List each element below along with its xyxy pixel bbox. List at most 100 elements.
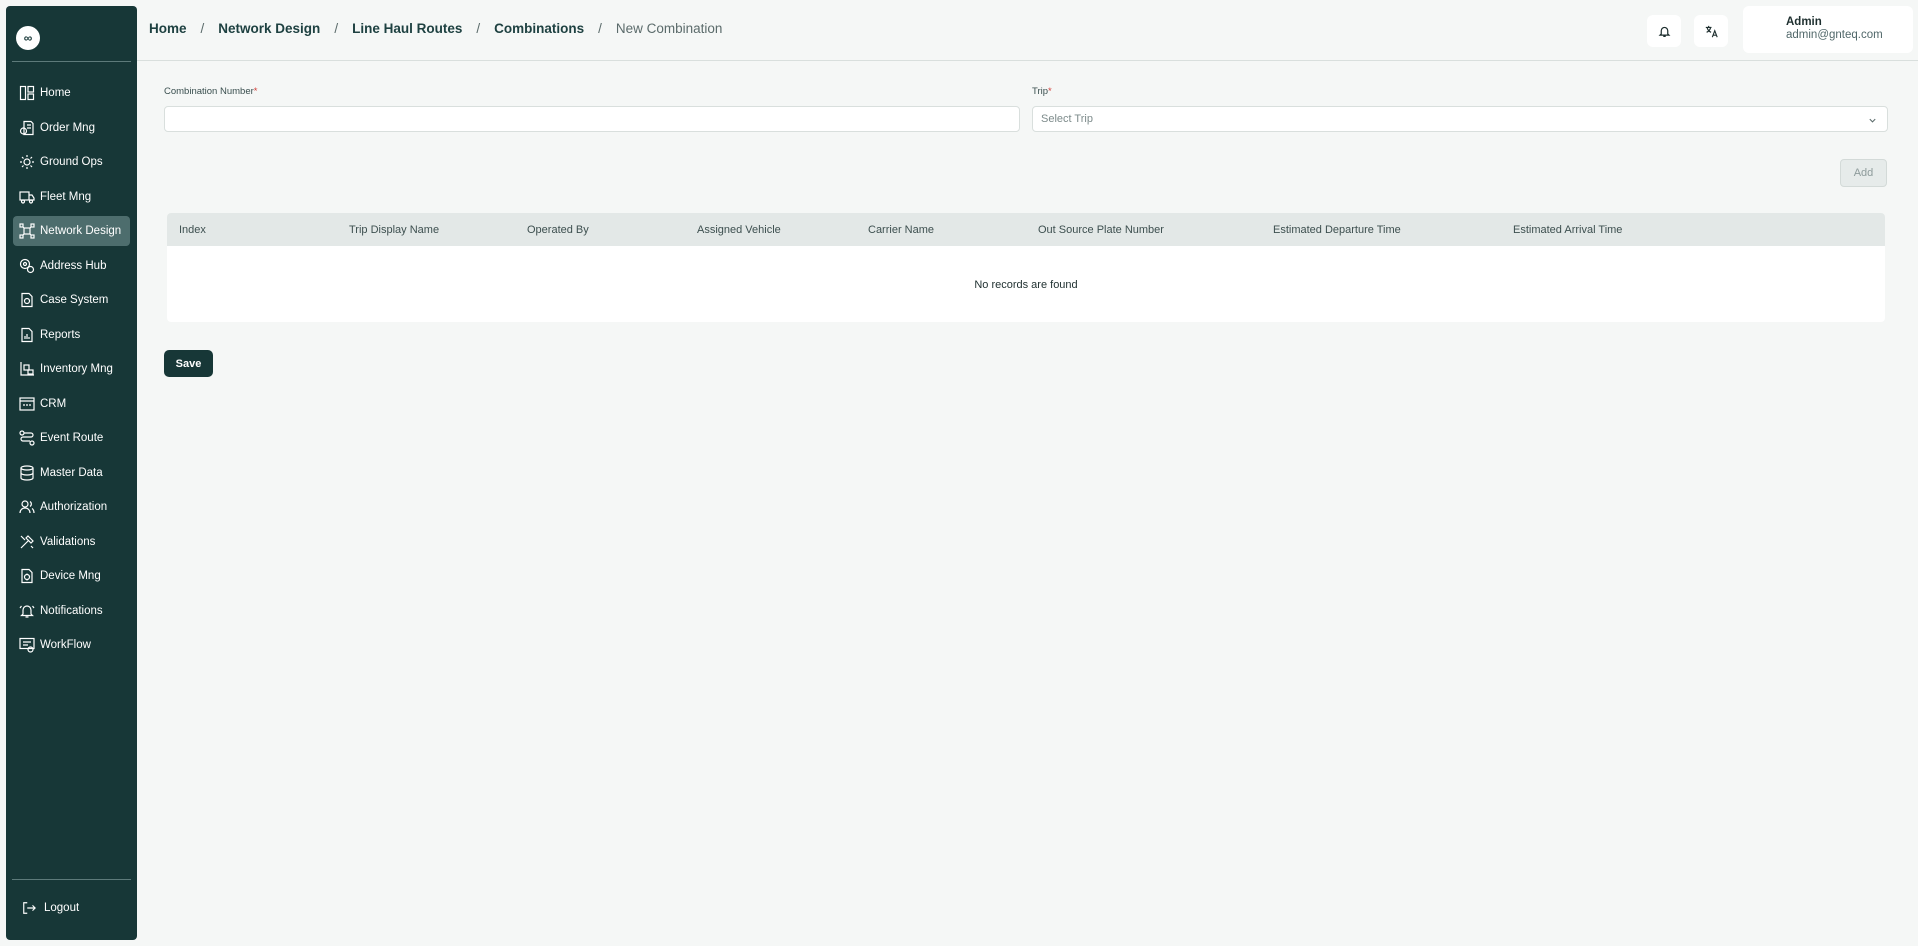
user-name: Admin xyxy=(1786,16,1822,28)
sidebar-divider xyxy=(12,879,131,880)
sidebar-item-inventory-mng[interactable]: Inventory Mng xyxy=(13,354,130,384)
sidebar-divider xyxy=(12,61,131,62)
breadcrumb-combinations[interactable]: Combinations xyxy=(494,21,584,36)
column-header-out-source-plate-number: Out Source Plate Number xyxy=(1038,224,1164,236)
users-icon xyxy=(19,500,35,514)
sidebar-item-label: WorkFlow xyxy=(40,639,91,651)
sidebar-item-label: Validations xyxy=(40,535,96,548)
combination-number-label: Combination Number* xyxy=(164,86,257,97)
sidebar-item-order-mng[interactable]: Order Mng xyxy=(13,113,130,143)
sidebar-item-label: CRM xyxy=(40,397,67,410)
column-header-carrier-name: Carrier Name xyxy=(868,224,935,236)
sidebar-item-reports[interactable]: Reports xyxy=(13,320,130,350)
add-button[interactable]: Add xyxy=(1840,159,1887,187)
sidebar-item-label: Fleet Mng xyxy=(40,190,92,203)
sidebar-item-device-mng[interactable]: Device Mng xyxy=(13,561,130,591)
column-header-index: Index xyxy=(179,224,206,236)
trip-select-placeholder: Select Trip xyxy=(1041,113,1093,125)
bell-icon xyxy=(1658,26,1670,37)
sidebar-item-ground-ops[interactable]: Ground Ops xyxy=(13,147,130,177)
breadcrumb-separator: / xyxy=(200,21,205,36)
database-icon xyxy=(20,464,34,481)
table-header: Index Trip Display Name Operated By Assi… xyxy=(167,213,1885,246)
reports-icon xyxy=(21,327,33,342)
address-icon xyxy=(19,258,35,273)
inventory-icon xyxy=(20,362,34,376)
case-icon xyxy=(21,292,33,308)
ground-ops-icon xyxy=(20,155,34,169)
sidebar-item-event-route[interactable]: Event Route xyxy=(13,423,130,453)
sidebar-item-label: Inventory Mng xyxy=(40,363,113,375)
combination-number-label-text: Combination Number xyxy=(164,86,254,97)
sidebar-item-label: Ground Ops xyxy=(40,156,103,168)
column-header-assigned-vehicle: Assigned Vehicle xyxy=(697,224,781,236)
sidebar-item-label: Authorization xyxy=(40,501,108,513)
column-header-estimated-departure-time: Estimated Departure Time xyxy=(1273,224,1401,236)
breadcrumb: Home / Network Design / Line Haul Routes… xyxy=(149,21,722,36)
tools-icon xyxy=(20,534,34,548)
sidebar-item-label: Notifications xyxy=(40,604,103,617)
top-bar: Home / Network Design / Line Haul Routes… xyxy=(137,0,1918,61)
sidebar-item-label: Device Mng xyxy=(40,570,101,582)
breadcrumb-line-haul-routes[interactable]: Line Haul Routes xyxy=(352,21,462,36)
sidebar: ∞ Home Order Mng Ground Ops Fleet Mng Ne… xyxy=(6,6,137,940)
user-email: admin@gnteq.com xyxy=(1786,29,1883,41)
column-header-trip-display-name: Trip Display Name xyxy=(349,224,440,236)
sidebar-nav: Home Order Mng Ground Ops Fleet Mng Netw… xyxy=(13,78,130,665)
route-icon xyxy=(19,430,35,446)
sidebar-item-authorization[interactable]: Authorization xyxy=(13,492,130,522)
bell-icon xyxy=(19,604,35,618)
column-header-estimated-arrival-time: Estimated Arrival Time xyxy=(1513,224,1623,236)
notifications-button[interactable] xyxy=(1647,15,1681,47)
breadcrumb-separator: / xyxy=(334,21,339,36)
sidebar-item-label: Reports xyxy=(40,328,81,341)
app-logo[interactable]: ∞ xyxy=(16,26,40,50)
truck-icon xyxy=(19,190,35,204)
sidebar-item-address-hub[interactable]: Address Hub xyxy=(13,251,130,281)
sidebar-item-label: Case System xyxy=(40,294,109,306)
user-menu[interactable]: Admin admin@gnteq.com xyxy=(1743,6,1913,53)
column-header-operated-by: Operated By xyxy=(527,224,589,236)
device-icon xyxy=(21,568,33,584)
sidebar-item-label: Event Route xyxy=(40,432,104,444)
sidebar-item-master-data[interactable]: Master Data xyxy=(13,458,130,488)
order-icon xyxy=(19,120,34,135)
sidebar-item-case-system[interactable]: Case System xyxy=(13,285,130,315)
breadcrumb-home[interactable]: Home xyxy=(149,21,187,36)
home-icon xyxy=(19,85,35,101)
breadcrumb-separator: / xyxy=(476,21,481,36)
crm-icon xyxy=(19,396,35,411)
sidebar-item-label: Address Hub xyxy=(40,259,107,272)
required-mark: * xyxy=(1048,86,1052,97)
sidebar-item-validations[interactable]: Validations xyxy=(13,527,130,557)
sidebar-item-label: Network Design xyxy=(40,225,122,237)
chevron-down-icon xyxy=(1869,118,1876,123)
breadcrumb-network-design[interactable]: Network Design xyxy=(218,21,320,36)
breadcrumb-current: New Combination xyxy=(615,21,723,36)
network-icon xyxy=(19,223,35,239)
empty-state-text: No records are found xyxy=(974,279,1078,291)
save-button[interactable]: Save xyxy=(164,350,213,377)
sidebar-item-label: Master Data xyxy=(40,466,103,479)
sidebar-item-fleet-mng[interactable]: Fleet Mng xyxy=(13,182,130,212)
workflow-icon xyxy=(19,637,35,653)
combinations-table: Index Trip Display Name Operated By Assi… xyxy=(167,213,1885,322)
sidebar-item-label: Order Mng xyxy=(40,121,95,134)
sidebar-item-home[interactable]: Home xyxy=(13,78,130,108)
combination-number-input[interactable] xyxy=(164,106,1020,132)
sidebar-item-crm[interactable]: CRM xyxy=(13,389,130,419)
sidebar-item-workflow[interactable]: WorkFlow xyxy=(13,630,130,660)
logout-label: Logout xyxy=(44,902,80,914)
required-mark: * xyxy=(253,86,258,97)
logout-icon xyxy=(23,902,36,914)
trip-select[interactable]: Select Trip xyxy=(1032,106,1888,132)
sidebar-item-notifications[interactable]: Notifications xyxy=(13,596,130,626)
sidebar-item-label: Home xyxy=(40,87,71,99)
sidebar-item-network-design[interactable]: Network Design xyxy=(13,216,130,246)
breadcrumb-separator: / xyxy=(598,21,602,36)
trip-label-text: Trip xyxy=(1032,86,1049,97)
trip-label: Trip* xyxy=(1032,86,1052,97)
translate-icon xyxy=(1705,25,1718,37)
logout-button[interactable]: Logout xyxy=(22,901,79,915)
language-button[interactable] xyxy=(1694,15,1728,47)
